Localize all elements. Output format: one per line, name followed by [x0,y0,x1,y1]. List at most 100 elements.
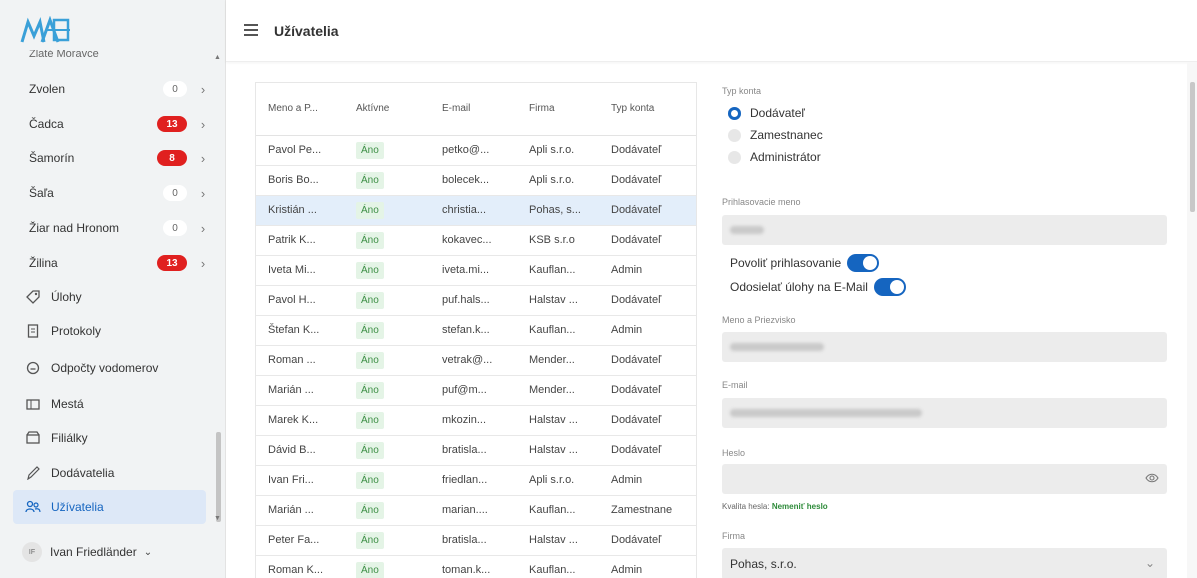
column-header-company[interactable]: Firma [517,83,599,136]
sidebar-city-zilina[interactable]: Žilina 13 › [29,250,209,276]
sidebar-city-zvolen[interactable]: Zvolen 0 › [29,76,209,102]
sidebar-city-samorin[interactable]: Šamorín 8 › [29,145,209,171]
column-header-email[interactable]: E-mail [430,83,517,136]
sidebar-city-cadca[interactable]: Čadca 13 › [29,111,209,137]
sidebar-city-ziar-nad-hronom[interactable]: Žiar nad Hronom 0 › [29,215,209,241]
branch-icon [25,430,41,446]
cell-active: Áno [344,495,430,526]
city-name: Žilina [29,256,58,270]
password-input[interactable] [722,464,1167,494]
city-count-badge: 0 [163,220,187,236]
send-tasks-toggle-row[interactable]: Odosielať úlohy na E-Mail [730,278,906,296]
send-tasks-toggle[interactable] [873,278,906,296]
sidebar-item-label: Dodávatelia [51,466,115,480]
cell-company: Halstav ... [517,285,599,316]
allow-login-toggle-row[interactable]: Povoliť prihlasovanie [730,254,880,272]
table-row[interactable]: Marián ... Áno marian.... Kauflan... Zamestn… [256,495,696,526]
active-badge: Áno [356,441,384,459]
email-input[interactable] [722,398,1167,428]
hamburger-menu-icon[interactable] [244,24,258,36]
sidebar: Zlaté Moravce Zvolen 0 › Čadca 13 › Šamo… [0,0,226,578]
cell-name: Štefan K... [256,315,344,346]
cell-name: Pavol H... [256,285,344,316]
cell-account-type: Dodávateľ [599,195,696,226]
sidebar-item-dodavatelia[interactable]: Dodávatelia [13,456,206,490]
table-row[interactable]: Marián ... Áno puf@m... Mender... Dodávateľ [256,375,696,406]
cell-account-type: Dodávateľ [599,405,696,436]
eye-icon[interactable] [1145,472,1159,487]
cell-account-type: Dodávateľ [599,225,696,256]
password-quality-value: Nemeniť heslo [771,502,828,511]
sidebar-item-uzivatelia[interactable]: Užívatelia [13,490,206,524]
table-row[interactable]: Štefan K... Áno stefan.k... Kauflan... Admin [256,315,696,346]
sidebar-item-protokoly[interactable]: Protokoly [13,314,206,348]
main-scrollbar[interactable] [1187,62,1197,578]
cell-account-type: Dodávateľ [599,375,696,406]
scroll-down-icon[interactable]: ▼ [214,515,221,522]
table-row[interactable]: Patrik K... Áno kokavec... KSB s.r.o Dodávat… [256,225,696,256]
table-row[interactable]: Roman ... Áno vetrak@... Mender... Dodávateľ [256,345,696,376]
radio-label: Dodávateľ [750,106,805,120]
allow-login-toggle[interactable] [847,254,880,272]
cell-name: Patrik K... [256,225,344,256]
table-row[interactable]: Pavol Pe... Áno petko@... Apli s.r.o. Dodáva… [256,135,696,166]
sidebar-item-label: Odpočty vodomerov [51,361,159,375]
login-input[interactable] [722,215,1167,245]
users-table: Meno a P... Aktívne E-mail Firma Typ kon… [255,82,697,578]
cell-account-type: Dodávateľ [599,165,696,196]
cell-company: Halstav ... [517,405,599,436]
sidebar-city-partial[interactable]: Zlaté Moravce [29,50,99,62]
cell-name: Marek K... [256,405,344,436]
table-row[interactable]: Peter Fa... Áno bratisla... Halstav ... Dodá… [256,525,696,556]
cell-account-type: Admin [599,465,696,496]
cell-email: bratisla... [430,525,517,556]
sidebar-item-mesta[interactable]: Mestá [13,387,206,421]
table-row[interactable]: Iveta Mi... Áno iveta.mi... Kauflan... Admin [256,255,696,286]
password-label: Heslo [722,448,746,458]
name-input[interactable] [722,332,1167,362]
page-title: Užívatelia [274,23,339,39]
sidebar-scrollbar[interactable] [216,432,221,522]
users-icon [25,499,41,515]
scrollbar-thumb[interactable] [1190,82,1195,212]
table-row[interactable]: Pavol H... Áno puf.hals... Halstav ... Dodáv… [256,285,696,316]
active-badge: Áno [356,381,384,399]
password-quality-label: Kvalita hesla: [722,502,770,511]
cell-company: Apli s.r.o. [517,135,599,166]
table-row[interactable]: Dávid B... Áno bratisla... Halstav ... Dodáv… [256,435,696,466]
scroll-up-icon[interactable]: ▲ [214,54,221,61]
sidebar-item-ulohy[interactable]: Úlohy [13,280,206,314]
city-count-badge: 13 [157,255,187,271]
table-row[interactable]: Ivan Fri... Áno friedlan... Apli s.r.o. Admi… [256,465,696,496]
cell-active: Áno [344,525,430,556]
column-header-name[interactable]: Meno a P... [256,83,344,136]
cell-account-type: Admin [599,255,696,286]
table-row[interactable]: Kristián ... Áno christia... Pohas, s... Dod… [256,195,696,226]
sidebar-item-odpocty-vodomerov[interactable]: Odpočty vodomerov [13,351,206,385]
document-icon [25,323,41,339]
table-row[interactable]: Roman K... Áno toman.k... Kauflan... Admin [256,555,696,578]
table-row[interactable]: Marek K... Áno mkozin... Halstav ... Dodávat… [256,405,696,436]
cell-email: stefan.k... [430,315,517,346]
radio-dodavatel[interactable]: Dodávateľ [722,102,823,124]
active-badge: Áno [356,321,384,339]
cell-active: Áno [344,465,430,496]
table-row[interactable]: Boris Bo... Áno bolecek... Apli s.r.o. Dodáv… [256,165,696,196]
city-name: Šaľa [29,186,54,200]
gauge-icon [25,360,41,376]
sidebar-item-filialky[interactable]: Filiálky [13,421,206,455]
chevron-right-icon: › [200,220,206,236]
cell-email: petko@... [430,135,517,166]
column-header-account-type[interactable]: Typ konta [599,83,696,136]
sidebar-city-sala[interactable]: Šaľa 0 › [29,180,209,206]
cell-company: Kauflan... [517,555,599,578]
radio-zamestnanec[interactable]: Zamestnanec [722,124,823,146]
city-name: Žiar nad Hronom [29,221,120,235]
column-header-active[interactable]: Aktívne [344,83,430,136]
cell-name: Iveta Mi... [256,255,344,286]
cell-name: Roman K... [256,555,344,578]
company-select[interactable]: Pohas, s.r.o. ⌄ [722,548,1167,578]
radio-administrator[interactable]: Administrátor [722,146,823,168]
user-menu[interactable]: IF Ivan Friedländer ⌄ [12,537,212,567]
cell-name: Ivan Fri... [256,465,344,496]
